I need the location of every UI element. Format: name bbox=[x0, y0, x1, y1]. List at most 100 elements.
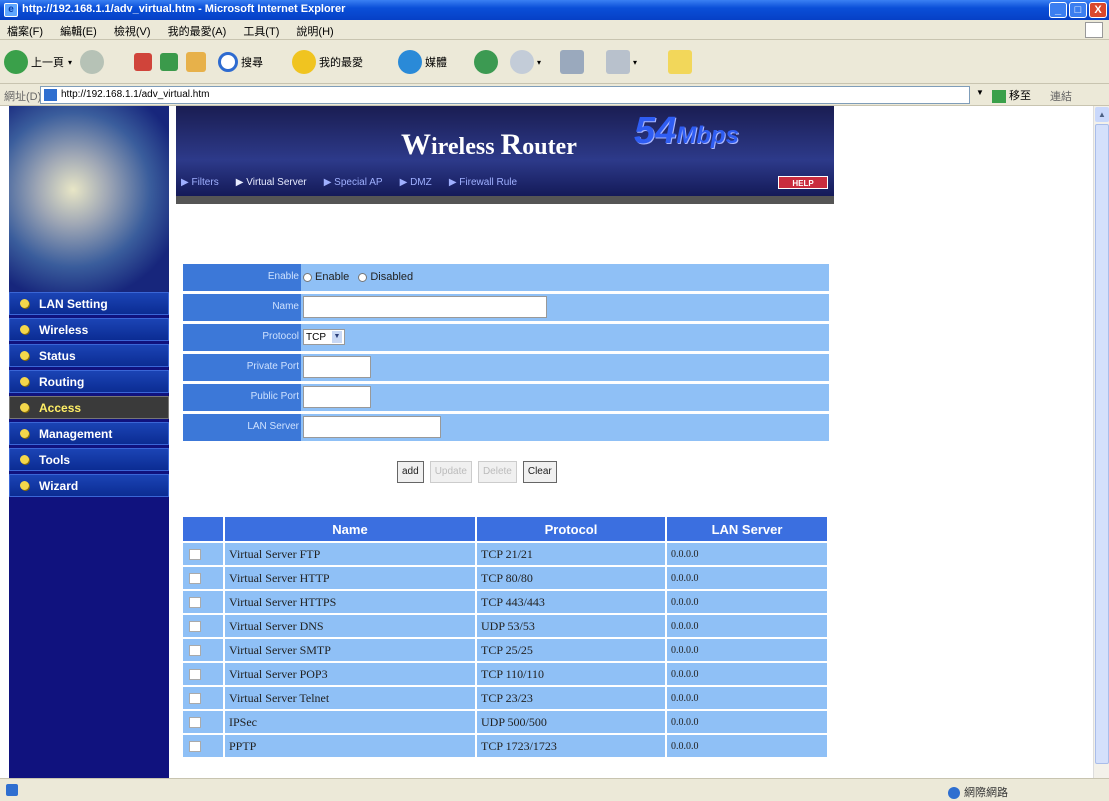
protocol-column-header: Protocol bbox=[477, 517, 667, 541]
sidebar-item-management[interactable]: Management bbox=[9, 422, 169, 445]
folder-icon bbox=[668, 50, 692, 74]
lan-server-field[interactable] bbox=[303, 416, 441, 438]
row-protocol: TCP 23/23 bbox=[477, 685, 667, 709]
maximize-button[interactable]: □ bbox=[1069, 2, 1087, 18]
menu-view[interactable]: 檢視(V) bbox=[107, 20, 158, 42]
menu-favorites[interactable]: 我的最愛(A) bbox=[161, 20, 234, 42]
tab-dmz[interactable]: ▶ DMZ bbox=[400, 177, 432, 188]
tab-firewall-rule[interactable]: ▶ Firewall Rule bbox=[449, 177, 517, 188]
links-button[interactable]: 連結 bbox=[1050, 88, 1072, 104]
mail-icon bbox=[510, 50, 534, 74]
add-button[interactable]: add bbox=[397, 461, 424, 483]
tab-filters[interactable]: ▶ Filters bbox=[181, 177, 219, 188]
forward-button[interactable] bbox=[80, 48, 107, 76]
vertical-scrollbar[interactable]: ▲ bbox=[1093, 106, 1109, 778]
tab-special-ap[interactable]: ▶ Special AP bbox=[324, 177, 383, 188]
messenger-button[interactable] bbox=[668, 48, 695, 76]
enable-radio-label: Enable bbox=[315, 271, 350, 284]
menu-tools[interactable]: 工具(T) bbox=[236, 20, 286, 42]
table-row[interactable]: Virtual Server HTTPS TCP 443/443 0.0.0.0 bbox=[183, 589, 829, 613]
address-dropdown-icon[interactable]: ▼ bbox=[976, 88, 988, 102]
enable-label: Enable bbox=[183, 264, 301, 291]
stop-button[interactable] bbox=[134, 48, 155, 76]
disable-radio[interactable] bbox=[358, 272, 368, 282]
row-checkbox[interactable] bbox=[189, 645, 201, 657]
name-field[interactable] bbox=[303, 296, 547, 318]
row-checkbox[interactable] bbox=[189, 621, 201, 633]
toolbar: 上一頁 ▾ 搜尋 我的最愛 媒體 ▾ ▾ bbox=[0, 40, 1109, 84]
row-checkbox[interactable] bbox=[189, 693, 201, 705]
clear-button[interactable]: Clear bbox=[522, 461, 557, 483]
favorites-button[interactable]: 我的最愛 bbox=[292, 48, 363, 76]
private-port-field[interactable] bbox=[303, 356, 371, 378]
menu-file[interactable]: 檔案(F) bbox=[0, 20, 50, 42]
sidebar-item-routing[interactable]: Routing bbox=[9, 370, 169, 393]
table-row[interactable]: Virtual Server HTTP TCP 80/80 0.0.0.0 bbox=[183, 565, 829, 589]
history-button[interactable] bbox=[474, 48, 501, 76]
delete-button[interactable]: Delete bbox=[477, 461, 517, 483]
go-button[interactable]: 移至 bbox=[992, 87, 1031, 103]
row-name: Virtual Server HTTP bbox=[225, 565, 477, 589]
row-lan-server: 0.0.0.0 bbox=[667, 613, 829, 637]
print-button[interactable] bbox=[560, 48, 587, 76]
table-row[interactable]: Virtual Server SMTP TCP 25/25 0.0.0.0 bbox=[183, 637, 829, 661]
row-checkbox[interactable] bbox=[189, 741, 201, 753]
sidebar-item-tools[interactable]: Tools bbox=[9, 448, 169, 471]
update-button[interactable]: Update bbox=[429, 461, 472, 483]
sidebar-item-status[interactable]: Status bbox=[9, 344, 169, 367]
bullet-icon bbox=[20, 429, 29, 438]
go-arrow-icon bbox=[992, 89, 1006, 103]
table-row[interactable]: Virtual Server FTP TCP 21/21 0.0.0.0 bbox=[183, 541, 829, 565]
table-row[interactable]: Virtual Server DNS UDP 53/53 0.0.0.0 bbox=[183, 613, 829, 637]
window-titlebar: e http://192.168.1.1/adv_virtual.htm - M… bbox=[0, 0, 1109, 20]
row-protocol: UDP 500/500 bbox=[477, 709, 667, 733]
row-checkbox[interactable] bbox=[189, 597, 201, 609]
sidebar-item-wizard[interactable]: Wizard bbox=[9, 474, 169, 497]
address-input[interactable]: http://192.168.1.1/adv_virtual.htm bbox=[40, 86, 970, 104]
row-name: Virtual Server HTTPS bbox=[225, 589, 477, 613]
edit-icon bbox=[606, 50, 630, 74]
refresh-button[interactable] bbox=[160, 48, 181, 76]
back-arrow-icon bbox=[4, 50, 28, 74]
menu-edit[interactable]: 編輯(E) bbox=[53, 20, 104, 42]
media-button[interactable]: 媒體 bbox=[398, 48, 447, 76]
table-row[interactable]: Virtual Server POP3 TCP 110/110 0.0.0.0 bbox=[183, 661, 829, 685]
history-icon bbox=[474, 50, 498, 74]
scroll-up-icon[interactable]: ▲ bbox=[1095, 107, 1109, 122]
back-button[interactable]: 上一頁 ▾ bbox=[4, 48, 72, 76]
row-checkbox[interactable] bbox=[189, 717, 201, 729]
ie-icon: e bbox=[4, 3, 18, 17]
enable-radio[interactable] bbox=[303, 272, 312, 282]
mail-button[interactable]: ▾ bbox=[510, 48, 541, 76]
media-label: 媒體 bbox=[425, 57, 447, 69]
row-checkbox[interactable] bbox=[189, 669, 201, 681]
home-button[interactable] bbox=[186, 48, 209, 76]
public-port-label: Public Port bbox=[183, 384, 301, 411]
windows-flag-icon bbox=[1085, 22, 1103, 38]
bullet-icon bbox=[20, 351, 29, 360]
table-row[interactable]: PPTP TCP 1723/1723 0.0.0.0 bbox=[183, 733, 829, 757]
edit-button[interactable]: ▾ bbox=[606, 48, 637, 76]
protocol-select[interactable]: TCP ▼ bbox=[303, 329, 345, 345]
minimize-button[interactable]: _ bbox=[1049, 2, 1067, 18]
sidebar-item-label: LAN Setting bbox=[39, 296, 108, 311]
row-lan-server: 0.0.0.0 bbox=[667, 637, 829, 661]
sidebar-item-lan-setting[interactable]: LAN Setting bbox=[9, 292, 169, 315]
public-port-field[interactable] bbox=[303, 386, 371, 408]
print-icon bbox=[560, 50, 584, 74]
search-button[interactable]: 搜尋 bbox=[218, 48, 263, 76]
table-row[interactable]: Virtual Server Telnet TCP 23/23 0.0.0.0 bbox=[183, 685, 829, 709]
menu-help[interactable]: 說明(H) bbox=[289, 20, 340, 42]
window-title: http://192.168.1.1/adv_virtual.htm - Mic… bbox=[22, 3, 346, 15]
sidebar-item-access[interactable]: Access bbox=[9, 396, 169, 419]
scroll-thumb[interactable] bbox=[1095, 124, 1109, 764]
table-row[interactable]: IPSec UDP 500/500 0.0.0.0 bbox=[183, 709, 829, 733]
help-button[interactable]: HELP bbox=[778, 176, 828, 189]
tab-virtual-server[interactable]: ▶ Virtual Server bbox=[236, 177, 307, 188]
sidebar-item-wireless[interactable]: Wireless bbox=[9, 318, 169, 341]
close-button[interactable]: X bbox=[1089, 2, 1107, 18]
row-checkbox[interactable] bbox=[189, 573, 201, 585]
bullet-icon bbox=[20, 299, 29, 308]
name-label: Name bbox=[183, 294, 301, 321]
row-checkbox[interactable] bbox=[189, 549, 201, 561]
